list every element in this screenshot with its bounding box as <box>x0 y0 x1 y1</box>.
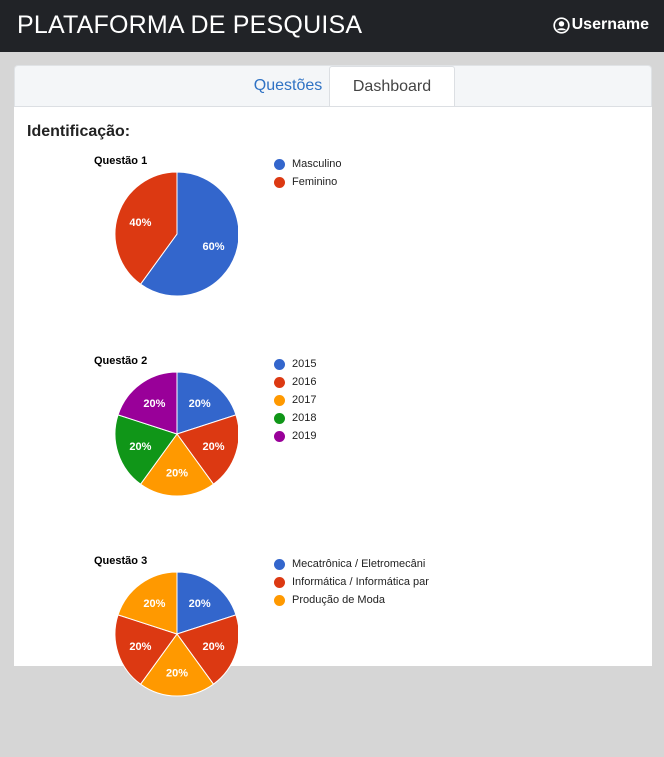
chart-title: Questão 2 <box>94 355 147 367</box>
legend-item[interactable]: Masculino <box>274 157 342 171</box>
legend-item[interactable]: Mecatrônica / Eletromecâni <box>274 557 425 571</box>
slice-label: 20% <box>166 667 188 679</box>
legend-item[interactable]: 2019 <box>274 429 316 443</box>
legend-item[interactable]: Produção de Moda <box>274 593 385 607</box>
legend-marker <box>274 430 285 442</box>
slice-label: 20% <box>189 598 211 610</box>
slice-label: 60% <box>203 241 225 253</box>
legend-label: 2017 <box>292 394 317 406</box>
chart-title: Questão 3 <box>94 555 147 567</box>
legend-label: Feminino <box>292 176 338 188</box>
legend-marker <box>274 576 285 588</box>
legend-marker <box>274 558 285 570</box>
legend-marker <box>274 394 285 406</box>
legend-marker <box>274 358 285 370</box>
legend-marker <box>274 158 285 170</box>
slice-label: 20% <box>143 598 165 610</box>
legend-item[interactable]: 2017 <box>274 393 316 407</box>
slice-label: 20% <box>166 467 188 479</box>
legend-label: Produção de Moda <box>292 594 385 606</box>
legend-label: 2016 <box>292 376 317 388</box>
chart-title: Questão 1 <box>94 155 147 167</box>
slice-label: 20% <box>203 441 225 453</box>
chart-legend: Masculino Feminino <box>274 157 429 277</box>
section-title: Identificação: <box>27 123 131 140</box>
slice-label: 40% <box>129 217 151 229</box>
tab-questoes[interactable]: Questões <box>233 66 343 107</box>
legend-label: 2015 <box>292 358 317 370</box>
legend-label: Masculino <box>292 158 342 170</box>
slice-label: 20% <box>203 641 225 653</box>
legend-label: Mecatrônica / Eletromecâni <box>292 558 426 570</box>
app-title[interactable]: PLATAFORMA DE PESQUISA <box>17 11 362 40</box>
legend-item[interactable]: 2015 <box>274 357 316 371</box>
legend-label: 2019 <box>292 430 317 442</box>
pie-chart-questao-3: Questão 3 20% 20% 20% 20% 20% Mecatrônica / El… <box>14 555 652 757</box>
legend-marker <box>274 176 285 188</box>
legend-label: 2018 <box>292 412 317 424</box>
legend-item[interactable]: Feminino <box>274 175 337 189</box>
legend-item[interactable]: 2016 <box>274 375 316 389</box>
pie-chart-questao-1: Questão 1 60% 40% Masculino Feminino <box>14 155 652 357</box>
chart-legend: Mecatrônica / Eletromecâni Informática / … <box>274 557 429 677</box>
slice-label: 20% <box>129 441 151 453</box>
user-menu[interactable]: Username <box>552 16 649 34</box>
legend-item[interactable]: Informática / Informática par <box>274 575 429 589</box>
tab-bar: Questões Dashboard <box>14 65 652 108</box>
slice-label: 20% <box>189 398 211 410</box>
legend-label: Informática / Informática par <box>292 576 429 588</box>
top-navbar: PLATAFORMA DE PESQUISA Username <box>0 0 664 52</box>
slice-label: 20% <box>129 641 151 653</box>
chart-legend: 2015 2016 2017 2018 2019 <box>274 357 429 477</box>
username-label: Username <box>571 16 649 33</box>
legend-item[interactable]: 2018 <box>274 411 316 425</box>
dashboard-panel: Identificação: Questão 1 60% 40% Masculino F… <box>14 106 652 697</box>
tab-dashboard[interactable]: Dashboard <box>329 66 455 108</box>
legend-marker <box>274 594 285 606</box>
user-icon <box>552 16 570 34</box>
slice-label: 20% <box>143 398 165 410</box>
legend-marker <box>274 412 285 424</box>
pie-chart-questao-2: Questão 2 20% 20% 20% 20% 20% 2015 2016 2017 2018… <box>14 355 652 557</box>
legend-marker <box>274 376 285 388</box>
